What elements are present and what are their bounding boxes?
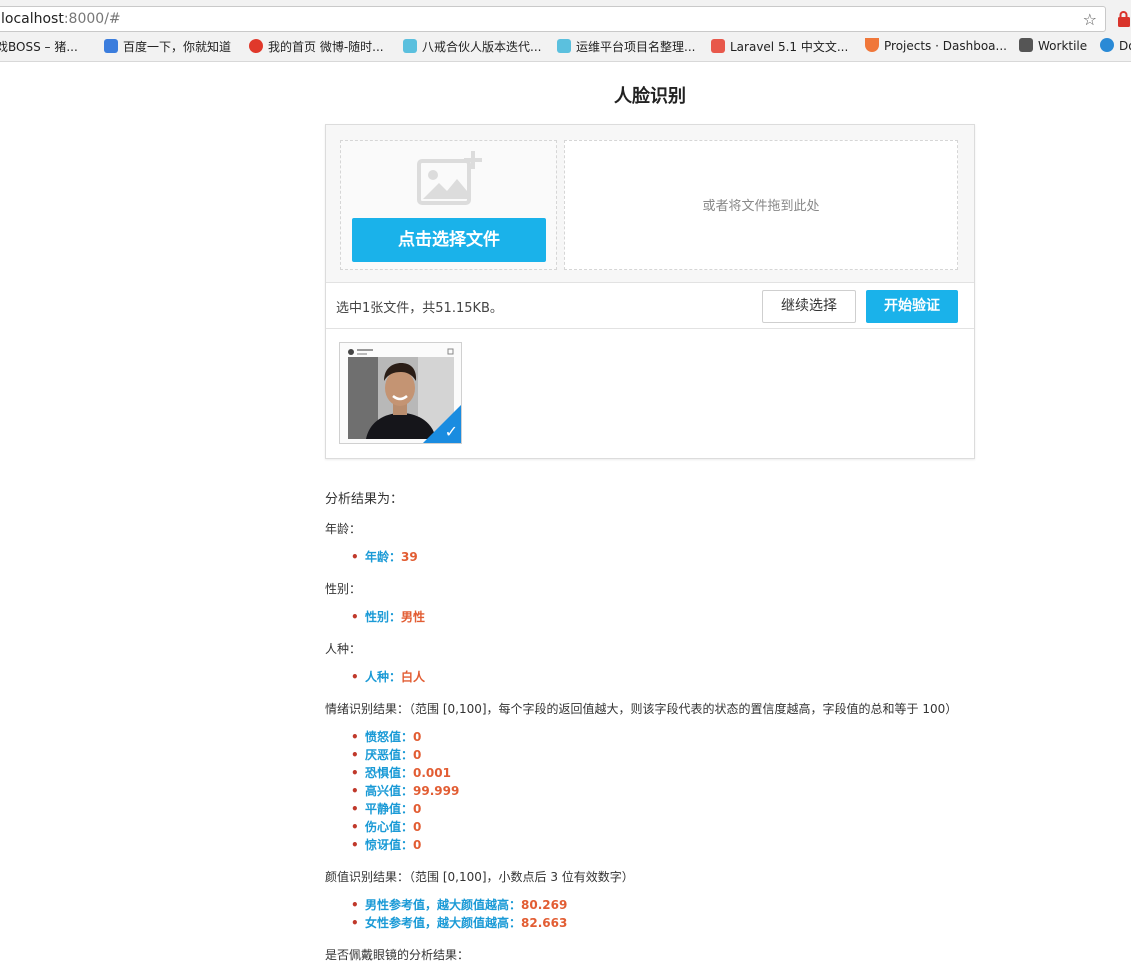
list-item: 年龄：39 xyxy=(351,548,1025,566)
emotion-section-title: 情绪识别结果：（范围 [0,100]，每个字段的返回值越大，则该字段代表的状态的… xyxy=(325,702,958,716)
add-image-icon xyxy=(417,151,482,205)
check-icon: ✓ xyxy=(444,422,458,441)
weibo-icon xyxy=(249,39,263,53)
status-bar: 选中1张文件，共51.15KB。 继续选择 开始验证 xyxy=(326,283,974,329)
bookmark-star-icon[interactable]: ☆ xyxy=(1083,10,1097,29)
bookmark-item[interactable]: Do xyxy=(1100,38,1131,53)
picker-area: 点击选择文件 或者将文件拖到此处 xyxy=(326,125,974,283)
bookmark-item[interactable]: 百度一下，你就知道 xyxy=(104,38,231,55)
list-item: 厌恶值：0 xyxy=(351,746,1025,764)
bookmark-item[interactable]: 我的首页 微博-随时... xyxy=(249,38,384,55)
list-item: 平静值：0 xyxy=(351,800,1025,818)
bookmark-item[interactable]: 戏BOSS – 猪... xyxy=(0,38,78,55)
race-section-title: 人种： xyxy=(325,642,362,656)
uploaded-thumbnail[interactable]: ✓ xyxy=(339,342,462,444)
list-item: 性别：男性 xyxy=(351,608,1025,626)
list-item: 高兴值：99.999 xyxy=(351,782,1025,800)
address-bar[interactable]: localhost:8000/# ☆ xyxy=(0,6,1106,32)
list-item: 愤怒值：0 xyxy=(351,728,1025,746)
results-section: 分析结果为： 年龄： 年龄：39 性别： 性别：男性 人种： 人种：白人 情绪识… xyxy=(325,488,1025,976)
gender-section-title: 性别： xyxy=(325,582,362,596)
file-status: 选中1张文件，共51.15KB。 xyxy=(336,301,503,316)
bookmark-item[interactable]: 八戒合伙人版本迭代... xyxy=(403,38,541,55)
list-item: 恐惧值：0.001 xyxy=(351,764,1025,782)
docker-icon xyxy=(1100,38,1114,52)
lock-icon[interactable] xyxy=(1116,10,1131,28)
list-item: 男性参考值，越大颜值越高：80.269 xyxy=(351,896,1025,914)
drop-zone[interactable]: 或者将文件拖到此处 xyxy=(564,140,958,270)
glasses-section-title: 是否佩戴眼镜的分析结果： xyxy=(325,948,470,962)
race-list: 人种：白人 xyxy=(351,668,1025,686)
continue-select-button[interactable]: 继续选择 xyxy=(762,290,856,323)
bookmark-item[interactable]: Worktile xyxy=(1019,38,1087,53)
list-item: 惊讶值：0 xyxy=(351,836,1025,854)
bookmark-item[interactable]: 运维平台项目名整理... xyxy=(557,38,695,55)
tower-icon xyxy=(403,39,417,53)
laravel-icon xyxy=(711,39,725,53)
baidu-icon xyxy=(104,39,118,53)
choose-file-button[interactable]: 点击选择文件 xyxy=(352,218,546,262)
results-heading: 分析结果为： xyxy=(325,492,404,507)
tower-icon xyxy=(557,39,571,53)
list-item: 人种：白人 xyxy=(351,668,1025,686)
page-title: 人脸识别 xyxy=(614,86,686,107)
url-text: localhost:8000/# xyxy=(1,11,121,27)
bookmark-item[interactable]: Projects · Dashboa... xyxy=(865,38,1007,53)
age-section-title: 年龄： xyxy=(325,522,362,536)
drop-hint: 或者将文件拖到此处 xyxy=(702,199,820,214)
bookmarks-bar: 戏BOSS – 猪... 百度一下，你就知道 我的首页 微博-随时... 八戒合… xyxy=(0,36,1131,58)
emotion-list: 愤怒值：0 厌恶值：0 恐惧值：0.001 高兴值：99.999 平静值：0 伤… xyxy=(351,728,1025,854)
browser-chrome: localhost:8000/# ☆ 戏BOSS – 猪... 百度一下，你就知… xyxy=(0,0,1131,62)
bookmark-item[interactable]: Laravel 5.1 中文文... xyxy=(711,38,848,55)
beauty-list: 男性参考值，越大颜值越高：80.269 女性参考值，越大颜值越高：82.663 xyxy=(351,896,1025,932)
start-verify-button[interactable]: 开始验证 xyxy=(866,290,958,323)
age-list: 年龄：39 xyxy=(351,548,1025,566)
worktile-icon xyxy=(1019,38,1033,52)
gitlab-icon xyxy=(865,38,879,52)
list-item: 女性参考值，越大颜值越高：82.663 xyxy=(351,914,1025,932)
beauty-section-title: 颜值识别结果：（范围 [0,100]，小数点后 3 位有效数字） xyxy=(325,870,634,884)
gender-list: 性别：男性 xyxy=(351,608,1025,626)
uploader-panel: 点击选择文件 或者将文件拖到此处 选中1张文件，共51.15KB。 继续选择 开… xyxy=(325,124,975,459)
list-item: 伤心值：0 xyxy=(351,818,1025,836)
file-picker[interactable]: 点击选择文件 xyxy=(340,140,557,270)
